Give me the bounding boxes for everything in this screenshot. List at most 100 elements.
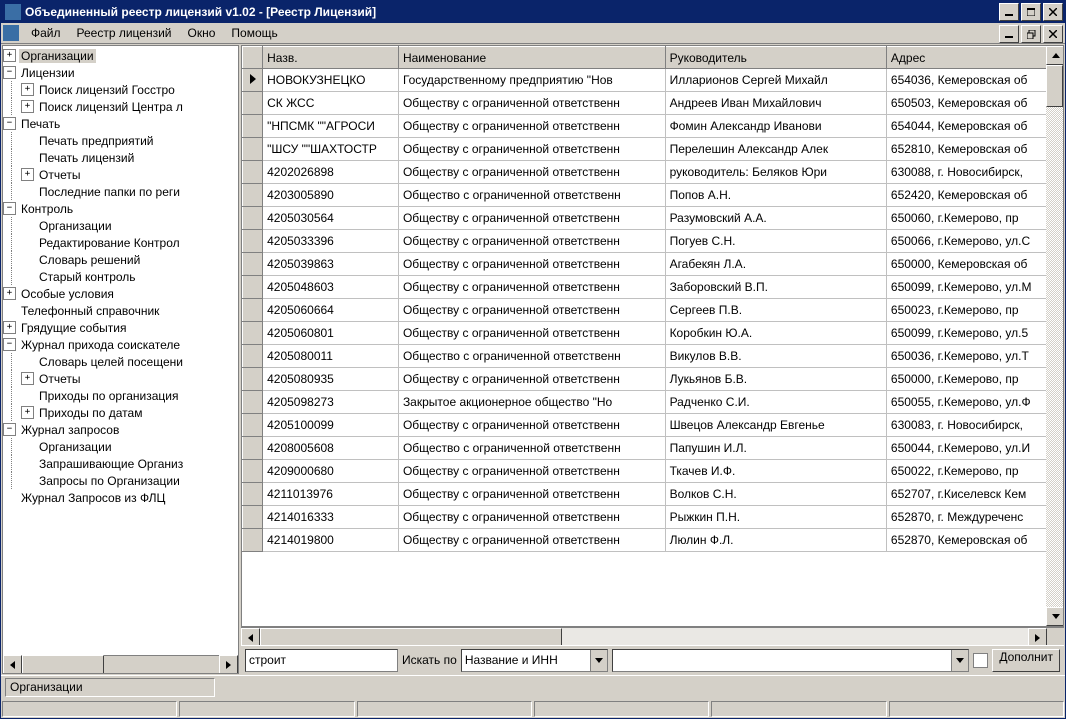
table-row[interactable]: 4211013976Обществу с ограниченной ответс… (243, 483, 1063, 506)
table-row[interactable]: 4205039863Обществу с ограниченной ответс… (243, 253, 1063, 276)
tree-item[interactable]: Организации (3, 217, 238, 234)
column-header[interactable]: Наименование (398, 47, 665, 69)
table-row[interactable]: НОВОКУЗНЕЦКОГосударственному предприятию… (243, 69, 1063, 92)
table-cell[interactable]: Лукьянов Б.В. (665, 368, 886, 391)
menu-item[interactable]: Файл (23, 25, 69, 41)
table-cell[interactable]: руководитель: Беляков Юри (665, 161, 886, 184)
tree-item[interactable]: +Грядущие события (3, 319, 238, 336)
table-row[interactable]: 4208005608Общество с ограниченной ответс… (243, 437, 1063, 460)
table-cell[interactable]: 4205100099 (263, 414, 399, 437)
table-cell[interactable]: Обществу с ограниченной ответственн (398, 230, 665, 253)
mdi-minimize-button[interactable] (999, 25, 1019, 43)
tree-item[interactable]: −Журнал прихода соискателе (3, 336, 238, 353)
table-cell[interactable]: Обществу с ограниченной ответственн (398, 322, 665, 345)
table-cell[interactable]: Коробкин Ю.А. (665, 322, 886, 345)
table-cell[interactable]: Швецов Александр Евгенье (665, 414, 886, 437)
table-cell[interactable]: Перелешин Александр Алек (665, 138, 886, 161)
table-cell[interactable]: 4205060801 (263, 322, 399, 345)
table-cell[interactable]: Фомин Александр Иванови (665, 115, 886, 138)
table-cell[interactable]: 650036, г.Кемерово, ул.Т (886, 345, 1062, 368)
table-cell[interactable]: 4214016333 (263, 506, 399, 529)
table-cell[interactable]: 650060, г.Кемерово, пр (886, 207, 1062, 230)
menu-item[interactable]: Помощь (223, 25, 285, 41)
table-cell[interactable]: 630088, г. Новосибирск, (886, 161, 1062, 184)
table-cell[interactable]: 654036, Кемеровская об (886, 69, 1062, 92)
table-cell[interactable]: Ткачев И.Ф. (665, 460, 886, 483)
collapse-icon[interactable]: − (3, 66, 16, 79)
table-cell[interactable]: 650066, г.Кемерово, ул.С (886, 230, 1062, 253)
table-cell[interactable]: Обществу с ограниченной ответственн (398, 276, 665, 299)
table-cell[interactable]: Рыжкин П.Н. (665, 506, 886, 529)
table-cell[interactable]: 650503, Кемеровская об (886, 92, 1062, 115)
scroll-up-icon[interactable] (1046, 46, 1064, 65)
table-row[interactable]: 4214019800Обществу с ограниченной ответс… (243, 529, 1063, 552)
table-cell[interactable]: Обществу с ограниченной ответственн (398, 483, 665, 506)
table-cell[interactable]: 4205080011 (263, 345, 399, 368)
tree-item[interactable]: Редактирование Контрол (3, 234, 238, 251)
table-row[interactable]: 4205033396Обществу с ограниченной ответс… (243, 230, 1063, 253)
tree-item[interactable]: Организации (3, 438, 238, 455)
table-row[interactable]: "НПСМК ""АГРОСИОбществу с ограниченной о… (243, 115, 1063, 138)
tree-item[interactable]: Приходы по организация (3, 387, 238, 404)
tree-item[interactable]: +Особые условия (3, 285, 238, 302)
collapse-icon[interactable]: − (3, 423, 16, 436)
expand-icon[interactable]: + (21, 83, 34, 96)
table-cell[interactable]: Обществу с ограниченной ответственн (398, 460, 665, 483)
tree-item[interactable]: Запрашивающие Организ (3, 455, 238, 472)
collapse-icon[interactable]: − (3, 117, 16, 130)
table-cell[interactable]: 652420, Кемеровская об (886, 184, 1062, 207)
table-cell[interactable]: Волков С.Н. (665, 483, 886, 506)
table-row[interactable]: 4205030564Обществу с ограниченной ответс… (243, 207, 1063, 230)
table-cell[interactable]: Агабекян Л.А. (665, 253, 886, 276)
table-row[interactable]: 4205080011Общество с ограниченной ответс… (243, 345, 1063, 368)
close-button[interactable] (1043, 3, 1063, 21)
table-row[interactable]: СК ЖССОбществу с ограниченной ответствен… (243, 92, 1063, 115)
expand-icon[interactable]: + (21, 168, 34, 181)
collapse-icon[interactable]: − (3, 338, 16, 351)
tree-item[interactable]: Печать предприятий (3, 132, 238, 149)
table-cell[interactable]: 652870, Кемеровская об (886, 529, 1062, 552)
table-cell[interactable]: 652810, Кемеровская об (886, 138, 1062, 161)
table-cell[interactable]: Заборовский В.П. (665, 276, 886, 299)
tree-item[interactable]: Печать лицензий (3, 149, 238, 166)
table-cell[interactable]: 4205039863 (263, 253, 399, 276)
search-field-combo[interactable]: Название и ИНН (461, 649, 608, 672)
table-cell[interactable]: 650044, г.Кемерово, ул.И (886, 437, 1062, 460)
table-cell[interactable]: Разумовский А.А. (665, 207, 886, 230)
scroll-down-icon[interactable] (1046, 607, 1064, 626)
table-row[interactable]: 4205100099Обществу с ограниченной ответс… (243, 414, 1063, 437)
table-cell[interactable]: Радченко С.И. (665, 391, 886, 414)
table-cell[interactable]: Папушин И.Л. (665, 437, 886, 460)
table-cell[interactable]: Закрытое акционерное общество "Но (398, 391, 665, 414)
column-header[interactable]: Назв. (263, 47, 399, 69)
table-cell[interactable]: Государственному предприятию "Нов (398, 69, 665, 92)
table-cell[interactable]: 650099, г.Кемерово, ул.5 (886, 322, 1062, 345)
tree-item[interactable]: Запросы по Организации (3, 472, 238, 489)
search-extra-combo[interactable] (612, 649, 970, 672)
table-cell[interactable]: 4202026898 (263, 161, 399, 184)
tree-item[interactable]: Словарь решений (3, 251, 238, 268)
table-cell[interactable]: 4205048603 (263, 276, 399, 299)
maximize-button[interactable] (1021, 3, 1041, 21)
table-cell[interactable]: 650022, г.Кемерово, пр (886, 460, 1062, 483)
table-cell[interactable]: СК ЖСС (263, 92, 399, 115)
table-cell[interactable]: Обществу с ограниченной ответственн (398, 207, 665, 230)
tree-item[interactable]: +Поиск лицензий Госстро (3, 81, 238, 98)
table-cell[interactable]: Обществу с ограниченной ответственн (398, 115, 665, 138)
expand-icon[interactable]: + (21, 100, 34, 113)
table-cell[interactable]: 650000, Кемеровская об (886, 253, 1062, 276)
tree-item[interactable]: −Контроль (3, 200, 238, 217)
table-cell[interactable]: 4209000680 (263, 460, 399, 483)
table-cell[interactable]: Обществу с ограниченной ответственн (398, 253, 665, 276)
table-cell[interactable]: Обществу с ограниченной ответственн (398, 368, 665, 391)
table-cell[interactable]: 650000, г.Кемерово, пр (886, 368, 1062, 391)
tree-item[interactable]: +Приходы по датам (3, 404, 238, 421)
tree-item[interactable]: Телефонный справочник (3, 302, 238, 319)
table-cell[interactable]: Обществу с ограниченной ответственн (398, 138, 665, 161)
table-cell[interactable]: Обществу с ограниченной ответственн (398, 506, 665, 529)
data-grid[interactable]: Назв.НаименованиеРуководительАдрес НОВОК… (241, 45, 1064, 627)
table-row[interactable]: 4205098273Закрытое акционерное общество … (243, 391, 1063, 414)
table-cell[interactable]: Обществу с ограниченной ответственн (398, 92, 665, 115)
table-cell[interactable]: Обществу с ограниченной ответственн (398, 299, 665, 322)
tree-item[interactable]: +Поиск лицензий Центра л (3, 98, 238, 115)
